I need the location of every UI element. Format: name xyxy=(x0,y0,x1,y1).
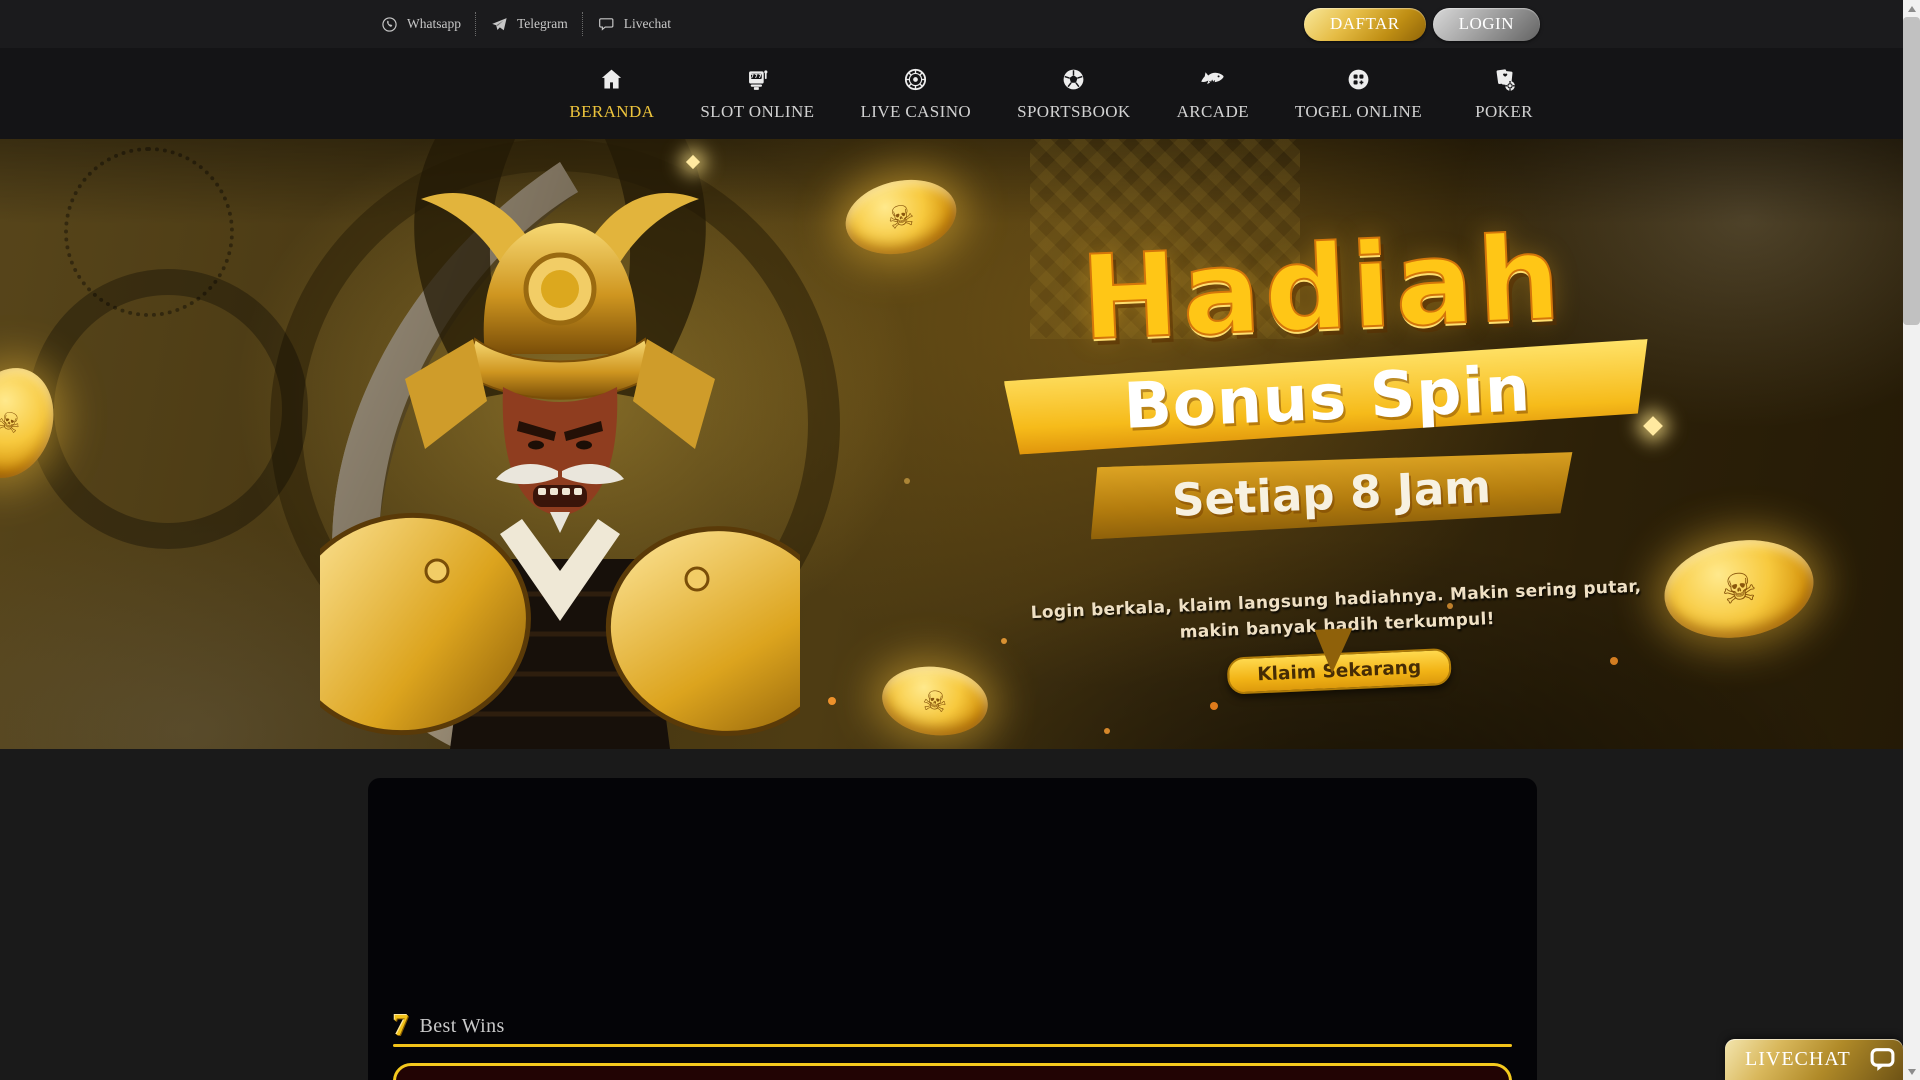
promo-text-block: Hadiah Bonus Spin Setiap 8 Jam Login ber… xyxy=(990,217,1669,704)
nav-label: ARCADE xyxy=(1177,102,1249,122)
wins-marquee-box xyxy=(393,1063,1512,1080)
lottery-ball-icon xyxy=(1345,66,1372,93)
skull-emblem: ☠ xyxy=(884,197,918,237)
roulette-icon xyxy=(902,66,929,93)
livechat-widget[interactable]: LIVECHAT xyxy=(1725,1039,1903,1080)
topbar: Whatsapp Telegram Livechat xyxy=(0,0,1920,48)
nav-label: SLOT ONLINE xyxy=(700,102,814,122)
telegram-label: Telegram xyxy=(517,16,568,32)
slot-machine-icon: 777 xyxy=(744,66,771,93)
soccer-ball-icon xyxy=(1060,66,1087,93)
daftar-button[interactable]: DAFTAR xyxy=(1304,8,1426,41)
hero-banner: ☠ ☠ ☠ ☠ Hadiah Bonus Spin Setiap 8 Jam L… xyxy=(0,139,1920,749)
scrollbar-thumb[interactable] xyxy=(1903,17,1920,325)
livechat-label: Livechat xyxy=(624,16,671,32)
home-icon xyxy=(598,66,625,93)
shark-icon xyxy=(1199,66,1226,93)
whatsapp-link[interactable]: Whatsapp xyxy=(380,15,461,34)
decor-sparks xyxy=(0,139,4,143)
whatsapp-label: Whatsapp xyxy=(407,16,461,32)
main-nav: BERANDA 777 SLOT ONLINE xyxy=(0,48,1920,139)
promo-headline: Hadiah xyxy=(990,217,1654,362)
auth-buttons: DAFTAR LOGIN xyxy=(1304,8,1540,41)
nav-label: SPORTSBOOK xyxy=(1017,102,1131,122)
nav-label: BERANDA xyxy=(569,102,654,122)
svg-text:777: 777 xyxy=(750,74,762,80)
chat-bubble-icon xyxy=(1869,1046,1896,1073)
promo-subheadline-text: Bonus Spin xyxy=(1122,352,1532,443)
login-button[interactable]: LOGIN xyxy=(1433,8,1540,41)
telegram-link[interactable]: Telegram xyxy=(490,15,568,34)
social-links: Whatsapp Telegram Livechat xyxy=(380,12,671,36)
nav-item-sportsbook[interactable]: SPORTSBOOK xyxy=(1017,66,1131,122)
gold-coin: ☠ xyxy=(839,170,964,264)
whatsapp-icon xyxy=(380,15,399,34)
scrollbar[interactable] xyxy=(1903,0,1920,1080)
livechat-widget-label: LIVECHAT xyxy=(1745,1048,1851,1071)
skull-emblem: ☠ xyxy=(921,683,950,719)
gold-coin: ☠ xyxy=(1657,530,1820,648)
content-section: 7 Best Wins xyxy=(0,749,1920,1080)
nav-label: LIVE CASINO xyxy=(860,102,971,122)
section-title: Best Wins xyxy=(420,1015,505,1038)
poker-cards-icon xyxy=(1491,66,1518,93)
page: Whatsapp Telegram Livechat xyxy=(0,0,1920,1080)
nav-item-slot-online[interactable]: 777 SLOT ONLINE xyxy=(700,66,814,122)
nav-label: TOGEL ONLINE xyxy=(1295,102,1422,122)
nav-item-arcade[interactable]: ARCADE xyxy=(1177,66,1249,122)
livechat-link[interactable]: Livechat xyxy=(597,15,671,34)
telegram-icon xyxy=(490,15,509,34)
divider xyxy=(582,12,583,36)
scrollbar-up-button[interactable] xyxy=(1903,0,1920,17)
best-wins-header: 7 Best Wins xyxy=(393,1012,505,1038)
best-wins-card: 7 Best Wins xyxy=(368,778,1537,1080)
livechat-icon xyxy=(597,15,616,34)
nav-label: POKER xyxy=(1475,102,1533,122)
promo-schedule: Setiap 8 Jam xyxy=(1088,446,1576,539)
skull-emblem: ☠ xyxy=(1718,563,1761,614)
triangle-up-icon xyxy=(1908,6,1916,12)
divider xyxy=(475,12,476,36)
seven-icon: 7 xyxy=(393,1012,409,1038)
gold-coin: ☠ xyxy=(878,661,991,741)
triangle-down-icon xyxy=(1908,1069,1916,1075)
gold-divider xyxy=(393,1044,1512,1047)
samurai-graphic xyxy=(320,139,800,749)
nav-item-beranda[interactable]: BERANDA xyxy=(569,66,654,122)
nav-item-togel-online[interactable]: TOGEL ONLINE xyxy=(1295,66,1422,122)
scrollbar-down-button[interactable] xyxy=(1903,1063,1920,1080)
nav-item-poker[interactable]: POKER xyxy=(1468,66,1540,122)
skull-emblem: ☠ xyxy=(0,405,25,441)
promo-schedule-text: Setiap 8 Jam xyxy=(1171,460,1492,527)
nav-item-live-casino[interactable]: LIVE CASINO xyxy=(860,66,971,122)
